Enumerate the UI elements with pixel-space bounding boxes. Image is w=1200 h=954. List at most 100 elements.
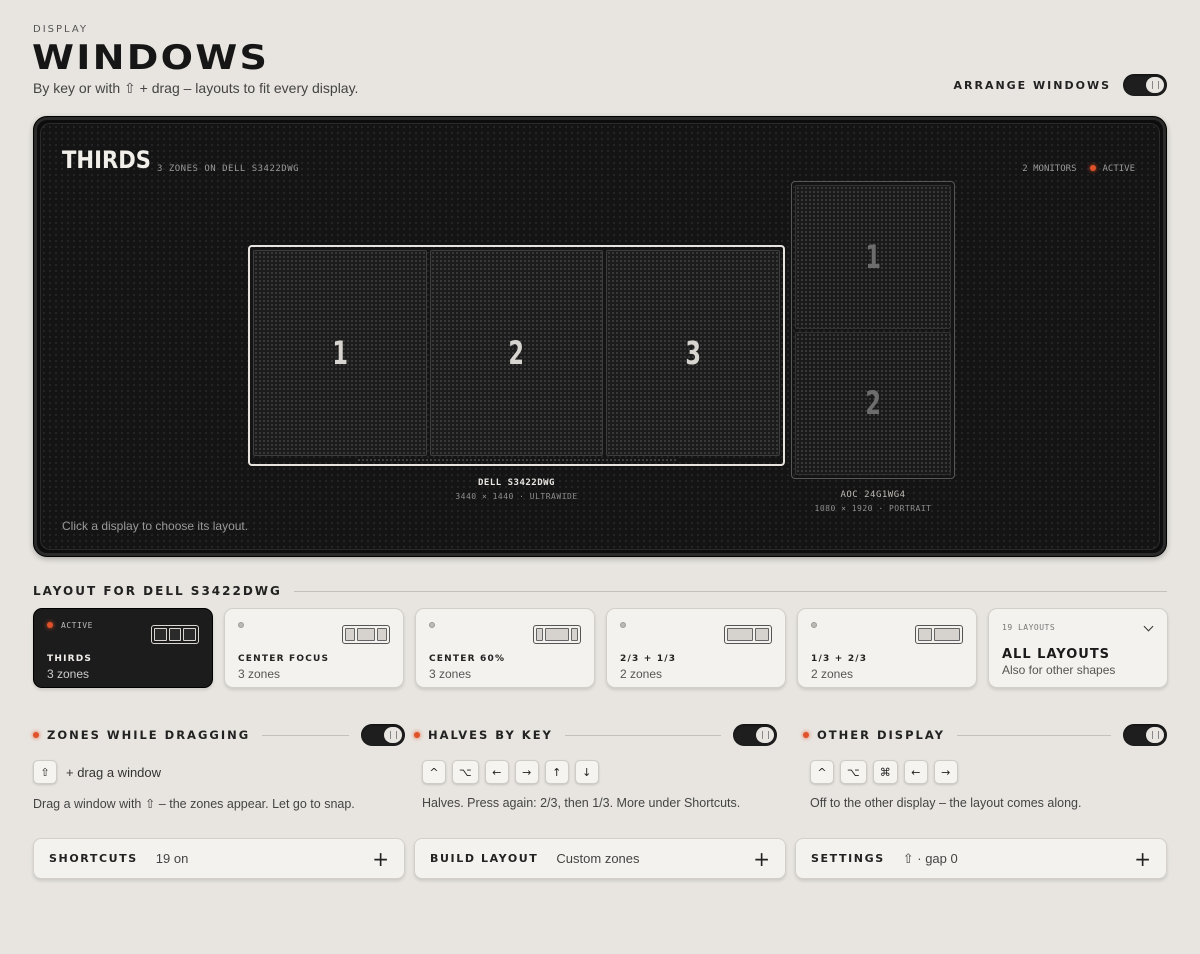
feature-status-dot-icon [414,732,420,738]
zone-2[interactable]: 2 [429,250,604,456]
all-layouts-dropdown[interactable]: 19 LAYOUTS ALL LAYOUTS Also for other sh… [988,608,1168,688]
key-option: ⌥ [452,760,479,784]
build-layout-row[interactable]: BUILD LAYOUT Custom zones + [414,838,786,879]
layout-name: 1/3 + 2/3 [811,654,868,664]
layout-card-one-third-two-thirds[interactable]: 1/3 + 2/3 2 zones [797,608,977,688]
feature-header: OTHER DISPLAY [803,724,1167,746]
halves-by-key-toggle[interactable] [733,724,777,746]
feature-title: ZONES WHILE DRAGGING [47,728,251,742]
zone-number: 1 [865,237,881,276]
key-left-arrow: ← [903,760,928,784]
zone-1[interactable]: 1 [795,185,951,329]
chevron-down-icon [1143,621,1154,632]
plus-icon[interactable]: + [1134,849,1151,869]
plus-icon[interactable]: + [372,849,389,869]
settings-rows: SHORTCUTS 19 on + BUILD LAYOUT Custom zo… [33,838,1167,879]
key-right-arrow: → [514,760,539,784]
layout-name: CENTER FOCUS [238,654,330,664]
zone-2[interactable]: 2 [795,331,951,475]
layout-name: 2/3 + 1/3 [620,654,677,664]
shortcut-keys: ^ ⌥ ⌘ ← → [810,760,1167,784]
layout-zone-count: 3 zones [47,667,90,681]
active-status: ACTIVE [1090,164,1135,174]
stage-layout-subtitle: 3 ZONES ON DELL S3422DWG [157,164,300,174]
shortcuts-row[interactable]: SHORTCUTS 19 on + [33,838,405,879]
row-title: BUILD LAYOUT [430,852,539,865]
monitor-dell-label: DELL S3422DWG 3440 × 1440 · ULTRAWIDE [398,478,635,501]
shortcut-keys: ^ ⌥ ← → ↑ ↓ [422,760,777,784]
layout-card-thirds[interactable]: ACTIVE THIRDS 3 zones [33,608,213,688]
monitor-aoc[interactable]: 1 2 [791,181,955,479]
toggle-knob [1146,727,1164,743]
key-down-arrow: ↓ [574,760,599,784]
monitor-dell-name: DELL S3422DWG [478,478,555,488]
zones-while-dragging-toggle[interactable] [361,724,405,746]
monitor-bezel-strip [357,459,676,461]
layout-thumbnail-icon [915,625,963,644]
row-value: ⇧ · gap 0 [902,850,958,866]
zone-number: 1 [332,334,348,372]
toggle-knob [384,727,402,743]
key-up-arrow: ↑ [544,760,569,784]
layout-card-center-60[interactable]: CENTER 60% 3 zones [415,608,595,688]
feature-halves-by-key: HALVES BY KEY ^ ⌥ ← → ↑ ↓ Halves. Press … [414,724,777,810]
row-title: SHORTCUTS [49,852,138,865]
inactive-dot-icon [811,622,817,628]
feature-zones-while-dragging: ZONES WHILE DRAGGING ⇧ + drag a window D… [33,724,405,811]
feature-title: HALVES BY KEY [428,728,553,742]
key-left-arrow: ← [484,760,509,784]
feature-status-dot-icon [803,732,809,738]
active-status-label: ACTIVE [1102,164,1135,174]
zone-3[interactable]: 3 [606,250,781,456]
inactive-dot-icon [429,622,435,628]
row-value: Custom zones [556,851,640,866]
key-control: ^ [810,760,834,784]
zone-number: 2 [865,384,881,423]
status-dot-icon [1090,165,1097,171]
row-value: 19 on [155,851,189,866]
layout-zone-count: 2 zones [811,667,854,681]
active-dot-icon [47,622,53,628]
monitor-dell-spec: 3440 × 1440 · ULTRAWIDE [455,492,578,501]
arrange-windows-control: ARRANGE WINDOWS [953,74,1167,96]
toggle-knob [756,727,774,743]
zone-1[interactable]: 1 [253,250,427,456]
layout-zone-count: 3 zones [429,667,472,681]
monitor-aoc-name: AOC 24G1WG4 [840,490,906,500]
display-canvas: THIRDS 3 ZONES ON DELL S3422DWG 2 MONITO… [40,123,1160,550]
monitor-count: 2 MONITORS [1022,164,1077,174]
arrange-windows-toggle[interactable] [1123,74,1167,96]
zone-number: 3 [685,334,701,372]
page-eyebrow: DISPLAY [33,24,89,35]
layout-thumbnail-icon [533,625,581,644]
feature-header: ZONES WHILE DRAGGING [33,724,405,746]
layout-card-center-focus[interactable]: CENTER FOCUS 3 zones [224,608,404,688]
divider [564,734,721,736]
divider [956,734,1111,736]
stage-status: 2 MONITORS ACTIVE [1022,164,1135,174]
layout-cards: ACTIVE THIRDS 3 zones CENTER FOCUS 3 zon… [33,608,1168,688]
layout-zone-count: 3 zones [238,667,281,681]
shortcut-suffix: + drag a window [66,764,162,780]
page-title: WINDOWS [32,38,270,78]
monitor-dell-zones: 1 2 3 [253,250,781,456]
layout-card-two-thirds-one-third[interactable]: 2/3 + 1/3 2 zones [606,608,786,688]
display-stage: THIRDS 3 ZONES ON DELL S3422DWG 2 MONITO… [33,116,1167,557]
key-option: ⌥ [840,760,867,784]
other-display-toggle[interactable] [1123,724,1167,746]
all-layouts-desc: Also for other shapes [1002,663,1116,677]
divider [262,734,349,736]
monitor-dell[interactable]: 1 2 3 [248,245,785,466]
feature-title: OTHER DISPLAY [817,728,945,742]
row-title: SETTINGS [811,852,885,865]
feature-description: Halves. Press again: 2/3, then 1/3. More… [422,796,741,810]
key-shift: ⇧ [33,760,57,784]
monitor-aoc-label: AOC 24G1WG4 1080 × 1920 · PORTRAIT [773,490,973,513]
divider [293,590,1167,592]
plus-icon[interactable]: + [753,849,770,869]
settings-row[interactable]: SETTINGS ⇧ · gap 0 + [795,838,1167,879]
layout-thumbnail-icon [342,625,390,644]
shortcut-keys: ⇧ + drag a window [33,760,405,784]
page-subtitle: By key or with ⇧ + drag – layouts to fit… [33,80,359,96]
feature-other-display: OTHER DISPLAY ^ ⌥ ⌘ ← → Off to the other… [803,724,1167,810]
